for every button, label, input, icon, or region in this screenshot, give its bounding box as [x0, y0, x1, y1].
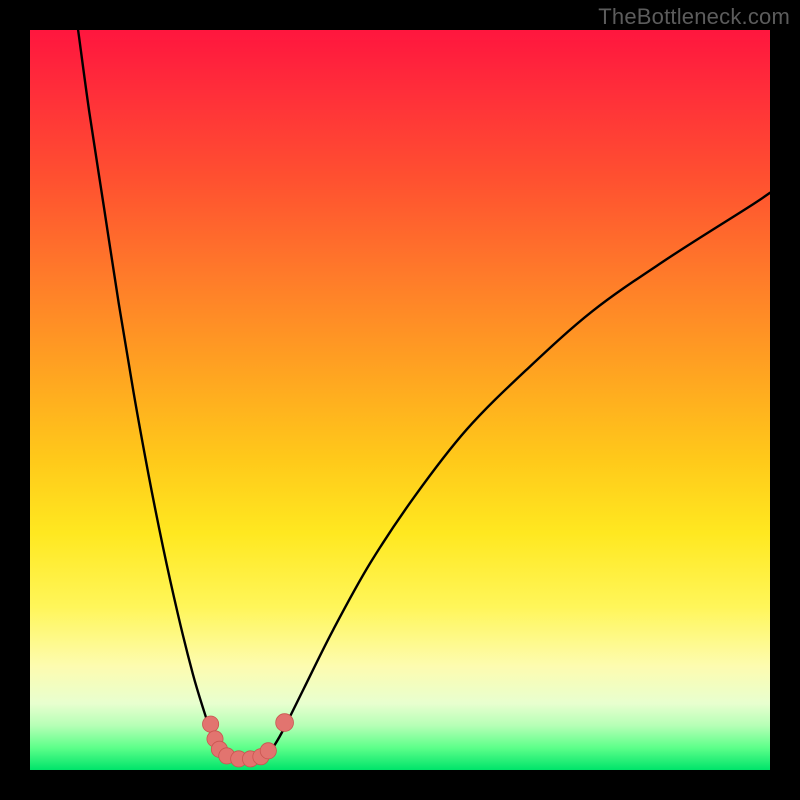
- valley-markers: [203, 714, 294, 767]
- chart-svg: [30, 30, 770, 770]
- valley-marker: [276, 714, 294, 732]
- valley-marker: [203, 716, 219, 732]
- chart-frame: TheBottleneck.com: [0, 0, 800, 800]
- watermark-text: TheBottleneck.com: [598, 4, 790, 30]
- valley-marker: [260, 743, 276, 759]
- bottleneck-curve: [78, 30, 770, 760]
- plot-area: [30, 30, 770, 770]
